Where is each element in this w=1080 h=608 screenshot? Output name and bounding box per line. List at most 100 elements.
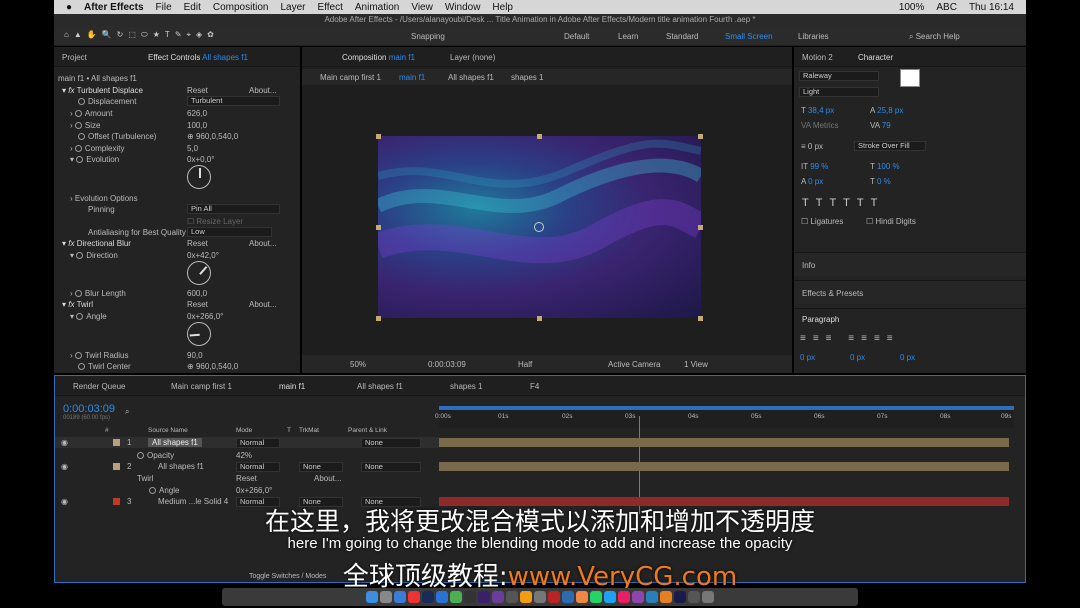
- layer-bar[interactable]: [439, 462, 1009, 471]
- illustrator-icon[interactable]: [520, 591, 532, 603]
- handle[interactable]: [376, 225, 381, 230]
- blur-reset[interactable]: Reset: [187, 239, 208, 248]
- camera-dropdown[interactable]: Active Camera: [608, 360, 660, 369]
- style-dropdown[interactable]: Light: [799, 87, 879, 97]
- layer-name[interactable]: All shapes f1: [158, 462, 204, 471]
- kerning[interactable]: VA Metrics: [801, 121, 839, 130]
- mode-dropdown[interactable]: Normal: [236, 438, 280, 448]
- label-color[interactable]: [113, 439, 120, 446]
- twirl-about[interactable]: About...: [249, 300, 277, 309]
- resolution-dropdown[interactable]: Half: [518, 360, 532, 369]
- input-source[interactable]: ABC: [936, 2, 957, 13]
- menu-window[interactable]: Window: [445, 2, 481, 13]
- info-panel[interactable]: Info: [794, 252, 1026, 276]
- aa-dropdown[interactable]: Low: [187, 227, 272, 237]
- offset-value[interactable]: ⊕ 960,0,540,0: [187, 132, 238, 141]
- tab-main-camp[interactable]: Main camp first 1: [171, 382, 232, 391]
- fx-twirl[interactable]: ▾ fx Twirl: [62, 300, 93, 309]
- menu-help[interactable]: Help: [492, 2, 513, 13]
- premiere-icon[interactable]: [492, 591, 504, 603]
- comp-preview[interactable]: [378, 136, 701, 318]
- app-icon[interactable]: [464, 591, 476, 603]
- size-value[interactable]: 100,0: [187, 121, 207, 130]
- complexity-value[interactable]: 5,0: [187, 144, 198, 153]
- vertical-scale[interactable]: IT 99 %: [801, 162, 828, 171]
- direction-dial[interactable]: [187, 261, 211, 285]
- ws-default[interactable]: Default: [564, 32, 589, 41]
- photoshop-icon[interactable]: [422, 591, 434, 603]
- safari-icon[interactable]: [394, 591, 406, 603]
- fx-directional-blur[interactable]: ▾ fx Directional Blur: [62, 239, 131, 248]
- leading[interactable]: A 25,8 px: [870, 106, 903, 115]
- crumb-shapes-1[interactable]: shapes 1: [511, 73, 543, 82]
- whatsapp-icon[interactable]: [590, 591, 602, 603]
- hindi-checkbox[interactable]: ☐ Hindi Digits: [866, 217, 916, 226]
- twirl-about-tl[interactable]: About...: [314, 474, 342, 483]
- twirl-reset[interactable]: Reset: [187, 300, 208, 309]
- handle[interactable]: [698, 316, 703, 321]
- app-icon[interactable]: [534, 591, 546, 603]
- lightroom-icon[interactable]: [562, 591, 574, 603]
- app-icon[interactable]: [688, 591, 700, 603]
- menu-edit[interactable]: Edit: [184, 2, 201, 13]
- tools-icons[interactable]: ⌂▲✋🔍↻⬚⬭★T✎⌖◈✿: [64, 30, 219, 40]
- snapping-toggle[interactable]: Snapping: [411, 32, 445, 41]
- tab-project[interactable]: Project: [62, 53, 87, 62]
- view-dropdown[interactable]: 1 View: [684, 360, 708, 369]
- anchor-point-icon[interactable]: [534, 222, 544, 232]
- mode-dropdown[interactable]: Normal: [236, 462, 280, 472]
- skype-icon[interactable]: [604, 591, 616, 603]
- chrome-icon[interactable]: [408, 591, 420, 603]
- evo-options[interactable]: › Evolution Options: [70, 194, 138, 203]
- fill-color-swatch[interactable]: [900, 69, 920, 87]
- blur-about[interactable]: About...: [249, 239, 277, 248]
- tab-effect-controls[interactable]: Effect Controls All shapes f1: [148, 53, 248, 62]
- app-icon[interactable]: [660, 591, 672, 603]
- mail-icon[interactable]: [436, 591, 448, 603]
- radius-value[interactable]: 90,0: [187, 351, 203, 360]
- eye-icon[interactable]: ◉: [61, 462, 68, 471]
- timeline-search-icon[interactable]: ⌕: [125, 407, 129, 417]
- direction-value[interactable]: 0x+42,0°: [187, 251, 219, 260]
- angle-dial[interactable]: [187, 322, 211, 346]
- indent-right[interactable]: 0 px: [850, 353, 865, 362]
- search-help[interactable]: ⌕ Search Help: [909, 32, 960, 42]
- horizontal-scale[interactable]: T 100 %: [870, 162, 900, 171]
- displacement-dropdown[interactable]: Turbulent: [187, 96, 280, 106]
- time-ruler[interactable]: 0:00s 01s 02s 03s 04s 05s 06s 07s 08s 09…: [435, 406, 1014, 428]
- indent-left[interactable]: 0 px: [800, 353, 815, 362]
- app-icon[interactable]: [632, 591, 644, 603]
- tab-main-f1[interactable]: main f1: [279, 382, 305, 391]
- ws-small-screen[interactable]: Small Screen: [725, 32, 773, 41]
- app-icon[interactable]: [646, 591, 658, 603]
- opacity-value[interactable]: 42%: [236, 451, 252, 460]
- tab-all-shapes[interactable]: All shapes f1: [357, 382, 403, 391]
- parent-dropdown[interactable]: None: [361, 438, 421, 448]
- tab-f4[interactable]: F4: [530, 382, 539, 391]
- baseline-shift[interactable]: A 0 px: [801, 177, 823, 186]
- font-size[interactable]: T 38,4 px: [801, 106, 834, 115]
- zoom-dropdown[interactable]: 50%: [350, 360, 366, 369]
- crumb-main-camp[interactable]: Main camp first 1: [320, 73, 381, 82]
- handle[interactable]: [537, 134, 542, 139]
- blur-length-value[interactable]: 600,0: [187, 289, 207, 298]
- messages-icon[interactable]: [450, 591, 462, 603]
- app-icon[interactable]: [548, 591, 560, 603]
- evolution-value[interactable]: 0x+0,0°: [187, 155, 214, 164]
- evolution-dial[interactable]: [187, 165, 211, 189]
- battery-status[interactable]: 100%: [899, 2, 925, 13]
- tsume[interactable]: T 0 %: [870, 177, 891, 186]
- layer-bar[interactable]: [439, 438, 1009, 447]
- app-menu[interactable]: After Effects: [84, 2, 143, 13]
- timeline-current-time[interactable]: 0:00:03:09: [63, 403, 115, 415]
- center-value[interactable]: ⊕ 960,0,540,0: [187, 362, 238, 371]
- amount-value[interactable]: 626,0: [187, 109, 207, 118]
- tab-composition[interactable]: Composition main f1: [342, 53, 415, 62]
- apple-icon[interactable]: ●: [66, 2, 72, 13]
- menu-composition[interactable]: Composition: [213, 2, 269, 13]
- handle[interactable]: [376, 316, 381, 321]
- ws-libraries[interactable]: Libraries: [798, 32, 829, 41]
- turb-about[interactable]: About...: [249, 86, 277, 95]
- crumb-all-shapes[interactable]: All shapes f1: [448, 73, 494, 82]
- work-area-bar[interactable]: [439, 406, 1014, 410]
